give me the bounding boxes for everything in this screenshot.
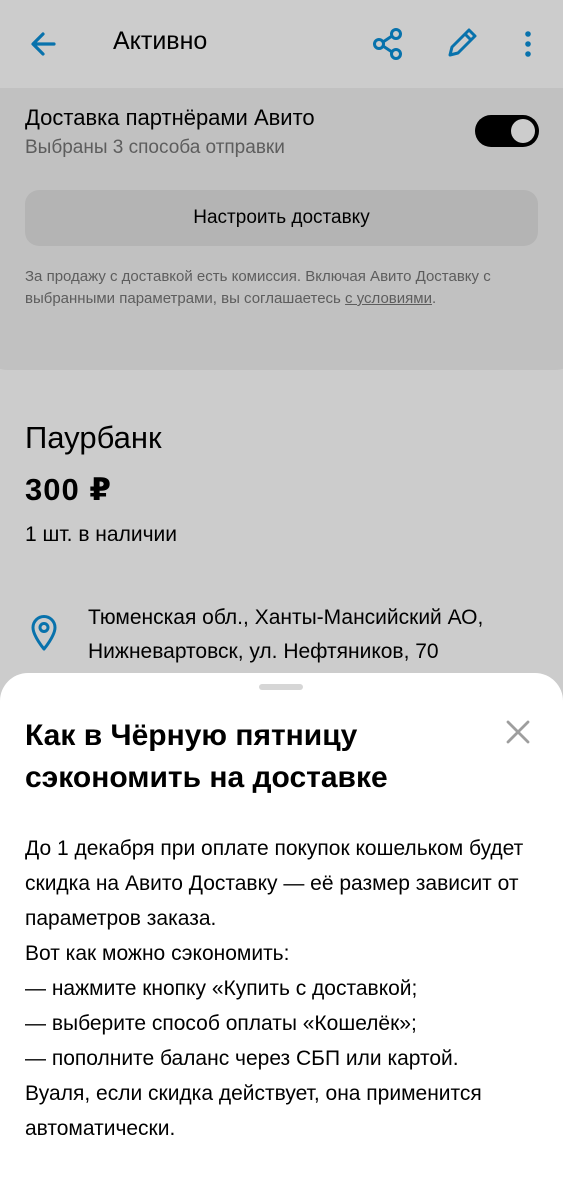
listing-screen: Активно Доставка партнёрами Авито Выбран… [0, 0, 563, 1200]
sheet-body: До 1 декабря при оплате покупок кошелько… [25, 837, 524, 1140]
promo-bottom-sheet: Как в Чёрную пятницу сэкономить на доста… [0, 673, 563, 1200]
sheet-title: Как в Чёрную пятницу сэкономить на доста… [25, 719, 388, 794]
sheet-drag-handle[interactable] [259, 684, 303, 690]
close-icon[interactable] [500, 714, 536, 750]
